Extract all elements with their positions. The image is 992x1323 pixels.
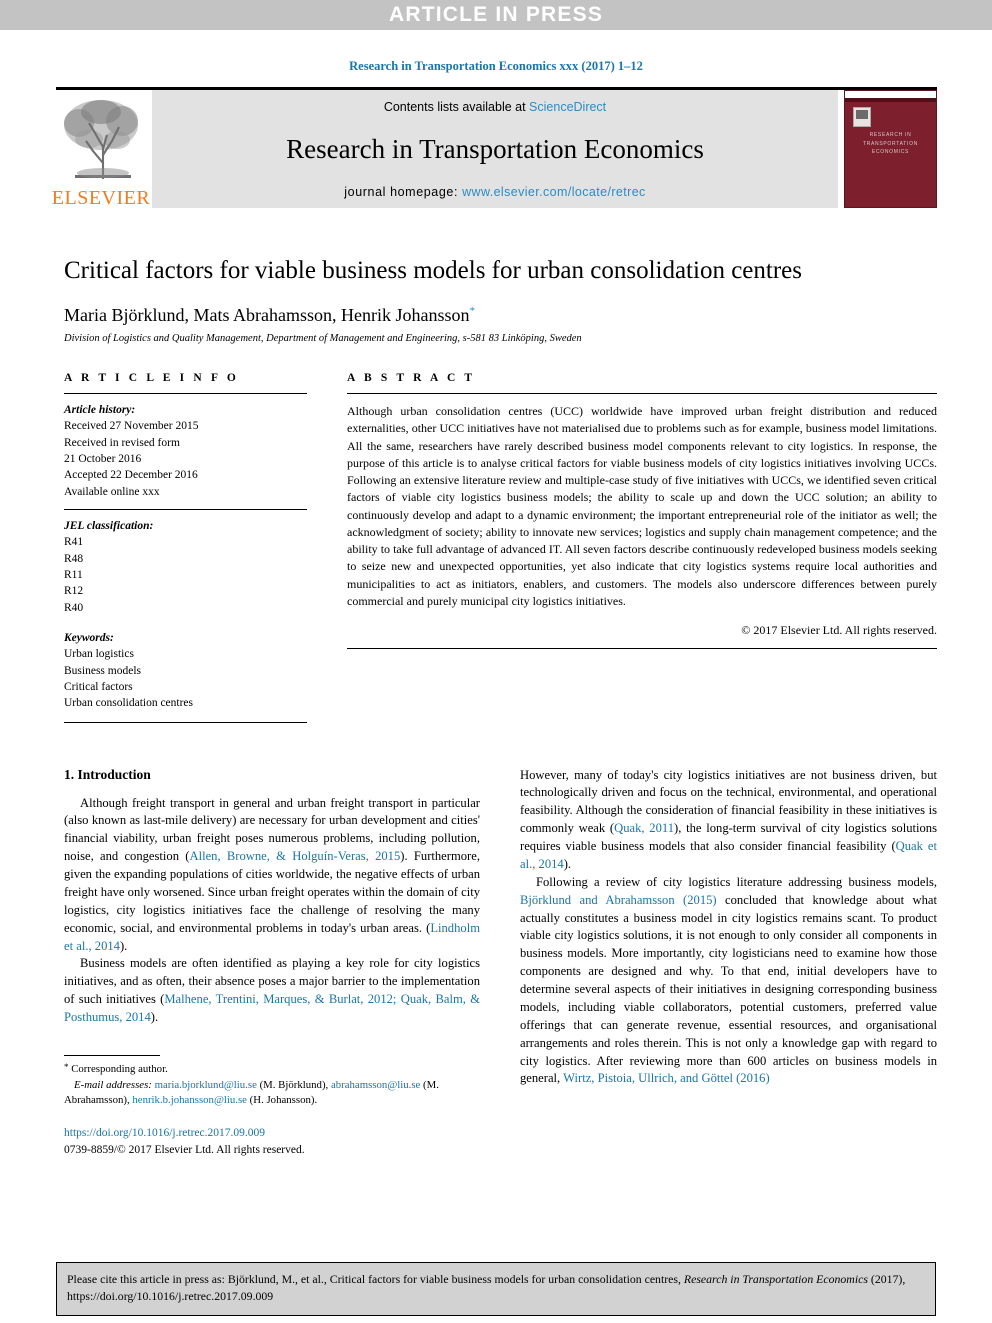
- email-link-johansson[interactable]: henrik.b.johansson@liu.se: [132, 1094, 247, 1106]
- email-addresses-label: E-mail addresses:: [74, 1078, 152, 1091]
- keyword-item: Business models: [64, 664, 141, 677]
- corresponding-author-footnote: * Corresponding author.: [64, 1061, 480, 1078]
- footnote-block: * Corresponding author. E-mail addresses…: [64, 1054, 480, 1158]
- intro-p4-text-b: concluded that knowledge about what actu…: [520, 892, 937, 1086]
- citation-allen-browne-holguin-veras-2015[interactable]: Allen, Browne, & Holguín-Veras, 2015: [189, 849, 400, 863]
- intro-paragraph-2: Business models are often identified as …: [64, 955, 480, 1027]
- section-heading-introduction: 1. Introduction: [64, 766, 151, 782]
- intro-paragraph-1: Although freight transport in general an…: [64, 795, 480, 956]
- author-list: Maria Björklund, Mats Abrahamsson, Henri…: [64, 305, 936, 326]
- corresponding-author-marker[interactable]: *: [469, 305, 475, 317]
- article-history-label: Article history:: [64, 404, 136, 416]
- cover-elsevier-logo-icon: [853, 107, 871, 127]
- abstract-text: Although urban consolidation centres (UC…: [347, 404, 937, 608]
- abstract-rule-top: [347, 393, 937, 394]
- journal-masthead: ELSEVIER Contents lists available at Sci…: [52, 87, 937, 208]
- intro-p2-text-b: ).: [150, 1010, 159, 1025]
- abstract-column: A B S T R A C T Although urban consolida…: [347, 372, 937, 723]
- cover-top-white-band: [845, 91, 936, 98]
- article-history-item: Received in revised form: [64, 436, 180, 449]
- keywords-label: Keywords:: [64, 631, 114, 644]
- footnote-rule: [64, 1054, 160, 1056]
- journal-homepage-line: journal homepage: www.elsevier.com/locat…: [344, 185, 645, 199]
- jel-code: R41: [64, 536, 84, 549]
- cover-logo-inner-mark: [856, 110, 868, 119]
- elsevier-logo: ELSEVIER: [52, 90, 150, 208]
- contents-lists-line: Contents lists available at ScienceDirec…: [384, 100, 606, 114]
- asterisk-icon: *: [64, 1061, 69, 1072]
- issn-copyright-line: 0739-8859/© 2017 Elsevier Ltd. All right…: [64, 1143, 305, 1156]
- author-affiliation: Division of Logistics and Quality Manage…: [64, 333, 582, 344]
- body-column-left: 1. Introduction Although freight transpo…: [64, 767, 480, 1159]
- contents-lists-prefix: Contents lists available at: [383, 100, 530, 114]
- article-info-rule-middle: [64, 508, 307, 510]
- intro-p4-text-a: Following a review of city logistics lit…: [536, 874, 937, 889]
- article-history-item: Received 27 November 2015: [64, 420, 199, 433]
- intro-p3-text-c: ).: [563, 856, 572, 871]
- article-info-rule-top: [64, 393, 307, 394]
- article-title-block: Critical factors for viable business mod…: [64, 255, 936, 344]
- article-info-rule-bottom: [64, 721, 307, 723]
- article-history-item: Available online xxx: [64, 485, 160, 498]
- corresponding-author-text: Corresponding author.: [71, 1062, 168, 1075]
- cover-journal-title: RESEARCH IN TRANSPORTATION ECONOMICS: [851, 131, 930, 157]
- article-history-group: Article history: Received 27 November 20…: [64, 402, 307, 500]
- citation-bjorklund-abrahamsson-2015[interactable]: Björklund and Abrahamsson (2015): [520, 893, 717, 907]
- keyword-item: Urban logistics: [64, 648, 134, 661]
- jel-code: R40: [64, 601, 84, 614]
- info-abstract-row: A R T I C L E I N F O Article history: R…: [64, 372, 937, 723]
- journal-homepage-label: journal homepage:: [344, 185, 463, 199]
- article-info-column: A R T I C L E I N F O Article history: R…: [64, 372, 307, 723]
- cover-title-line-2: TRANSPORTATION ECONOMICS: [862, 140, 919, 156]
- intro-paragraph-4: Following a review of city logistics lit…: [520, 874, 937, 1089]
- article-in-press-banner: ARTICLE IN PRESS: [0, 0, 992, 30]
- elsevier-wordmark: ELSEVIER: [51, 187, 151, 209]
- email-name-johansson: (H. Johansson).: [246, 1094, 318, 1107]
- keywords-group: Keywords: Urban logistics Business model…: [64, 630, 307, 712]
- email-addresses-footnote: E-mail addresses: maria.bjorklund@liu.se…: [64, 1078, 480, 1109]
- sciencedirect-link[interactable]: ScienceDirect: [529, 100, 606, 114]
- cite-this-article-box: Please cite this article in press as: Bj…: [56, 1262, 936, 1317]
- abstract-copyright: © 2017 Elsevier Ltd. All rights reserved…: [741, 623, 937, 638]
- article-history-item: 21 October 2016: [64, 452, 142, 465]
- page-title: Critical factors for viable business mod…: [64, 257, 802, 284]
- intro-p1-text-c: ).: [119, 938, 128, 953]
- journal-title: Research in Transportation Economics: [286, 134, 704, 164]
- cite-box-prefix: Please cite this article in press as: Bj…: [67, 1272, 684, 1286]
- jel-code: R48: [64, 552, 84, 565]
- article-history-item: Accepted 22 December 2016: [64, 469, 198, 482]
- journal-reference-line: Research in Transportation Economics xxx…: [349, 59, 643, 73]
- journal-cover-thumbnail: RESEARCH IN TRANSPORTATION ECONOMICS: [844, 90, 937, 208]
- abstract-heading: A B S T R A C T: [347, 372, 476, 384]
- jel-classification-group: JEL classification: R41 R48 R11 R12 R40: [64, 518, 307, 616]
- masthead-center-panel: Contents lists available at ScienceDirec…: [152, 90, 838, 208]
- email-link-abrahamsson[interactable]: abrahamsson@liu.se: [331, 1079, 420, 1091]
- keyword-item: Critical factors: [64, 680, 133, 693]
- doi-link[interactable]: https://doi.org/10.1016/j.retrec.2017.09…: [64, 1125, 480, 1142]
- citation-wirtz-2016[interactable]: Wirtz, Pistoia, Ullrich, and Göttel (201…: [563, 1071, 770, 1085]
- article-info-heading: A R T I C L E I N F O: [64, 372, 239, 384]
- jel-classification-label: JEL classification:: [64, 519, 154, 532]
- keyword-item: Urban consolidation centres: [64, 697, 194, 710]
- elsevier-tree-icon: [59, 95, 143, 187]
- intro-paragraph-3: However, many of today's city logistics …: [520, 767, 937, 874]
- author-names: Maria Björklund, Mats Abrahamsson, Henri…: [64, 305, 470, 325]
- email-name-bjorklund: (M. Björklund),: [256, 1078, 331, 1091]
- article-in-press-label: ARTICLE IN PRESS: [388, 3, 604, 26]
- article-body: 1. Introduction Although freight transpo…: [64, 767, 937, 1159]
- citation-quak-2011[interactable]: Quak, 2011: [614, 821, 674, 835]
- cover-title-line-1: RESEARCH IN: [869, 132, 912, 138]
- jel-code: R11: [64, 568, 83, 581]
- body-column-right: However, many of today's city logistics …: [520, 767, 937, 1159]
- cover-top-dark-band: [845, 98, 936, 102]
- jel-code: R12: [64, 585, 84, 598]
- journal-homepage-url[interactable]: www.elsevier.com/locate/retrec: [462, 185, 646, 199]
- email-link-bjorklund[interactable]: maria.bjorklund@liu.se: [155, 1079, 257, 1091]
- abstract-rule-bottom: [347, 648, 937, 650]
- cite-box-journal-name: Research in Transportation Economics: [683, 1272, 868, 1286]
